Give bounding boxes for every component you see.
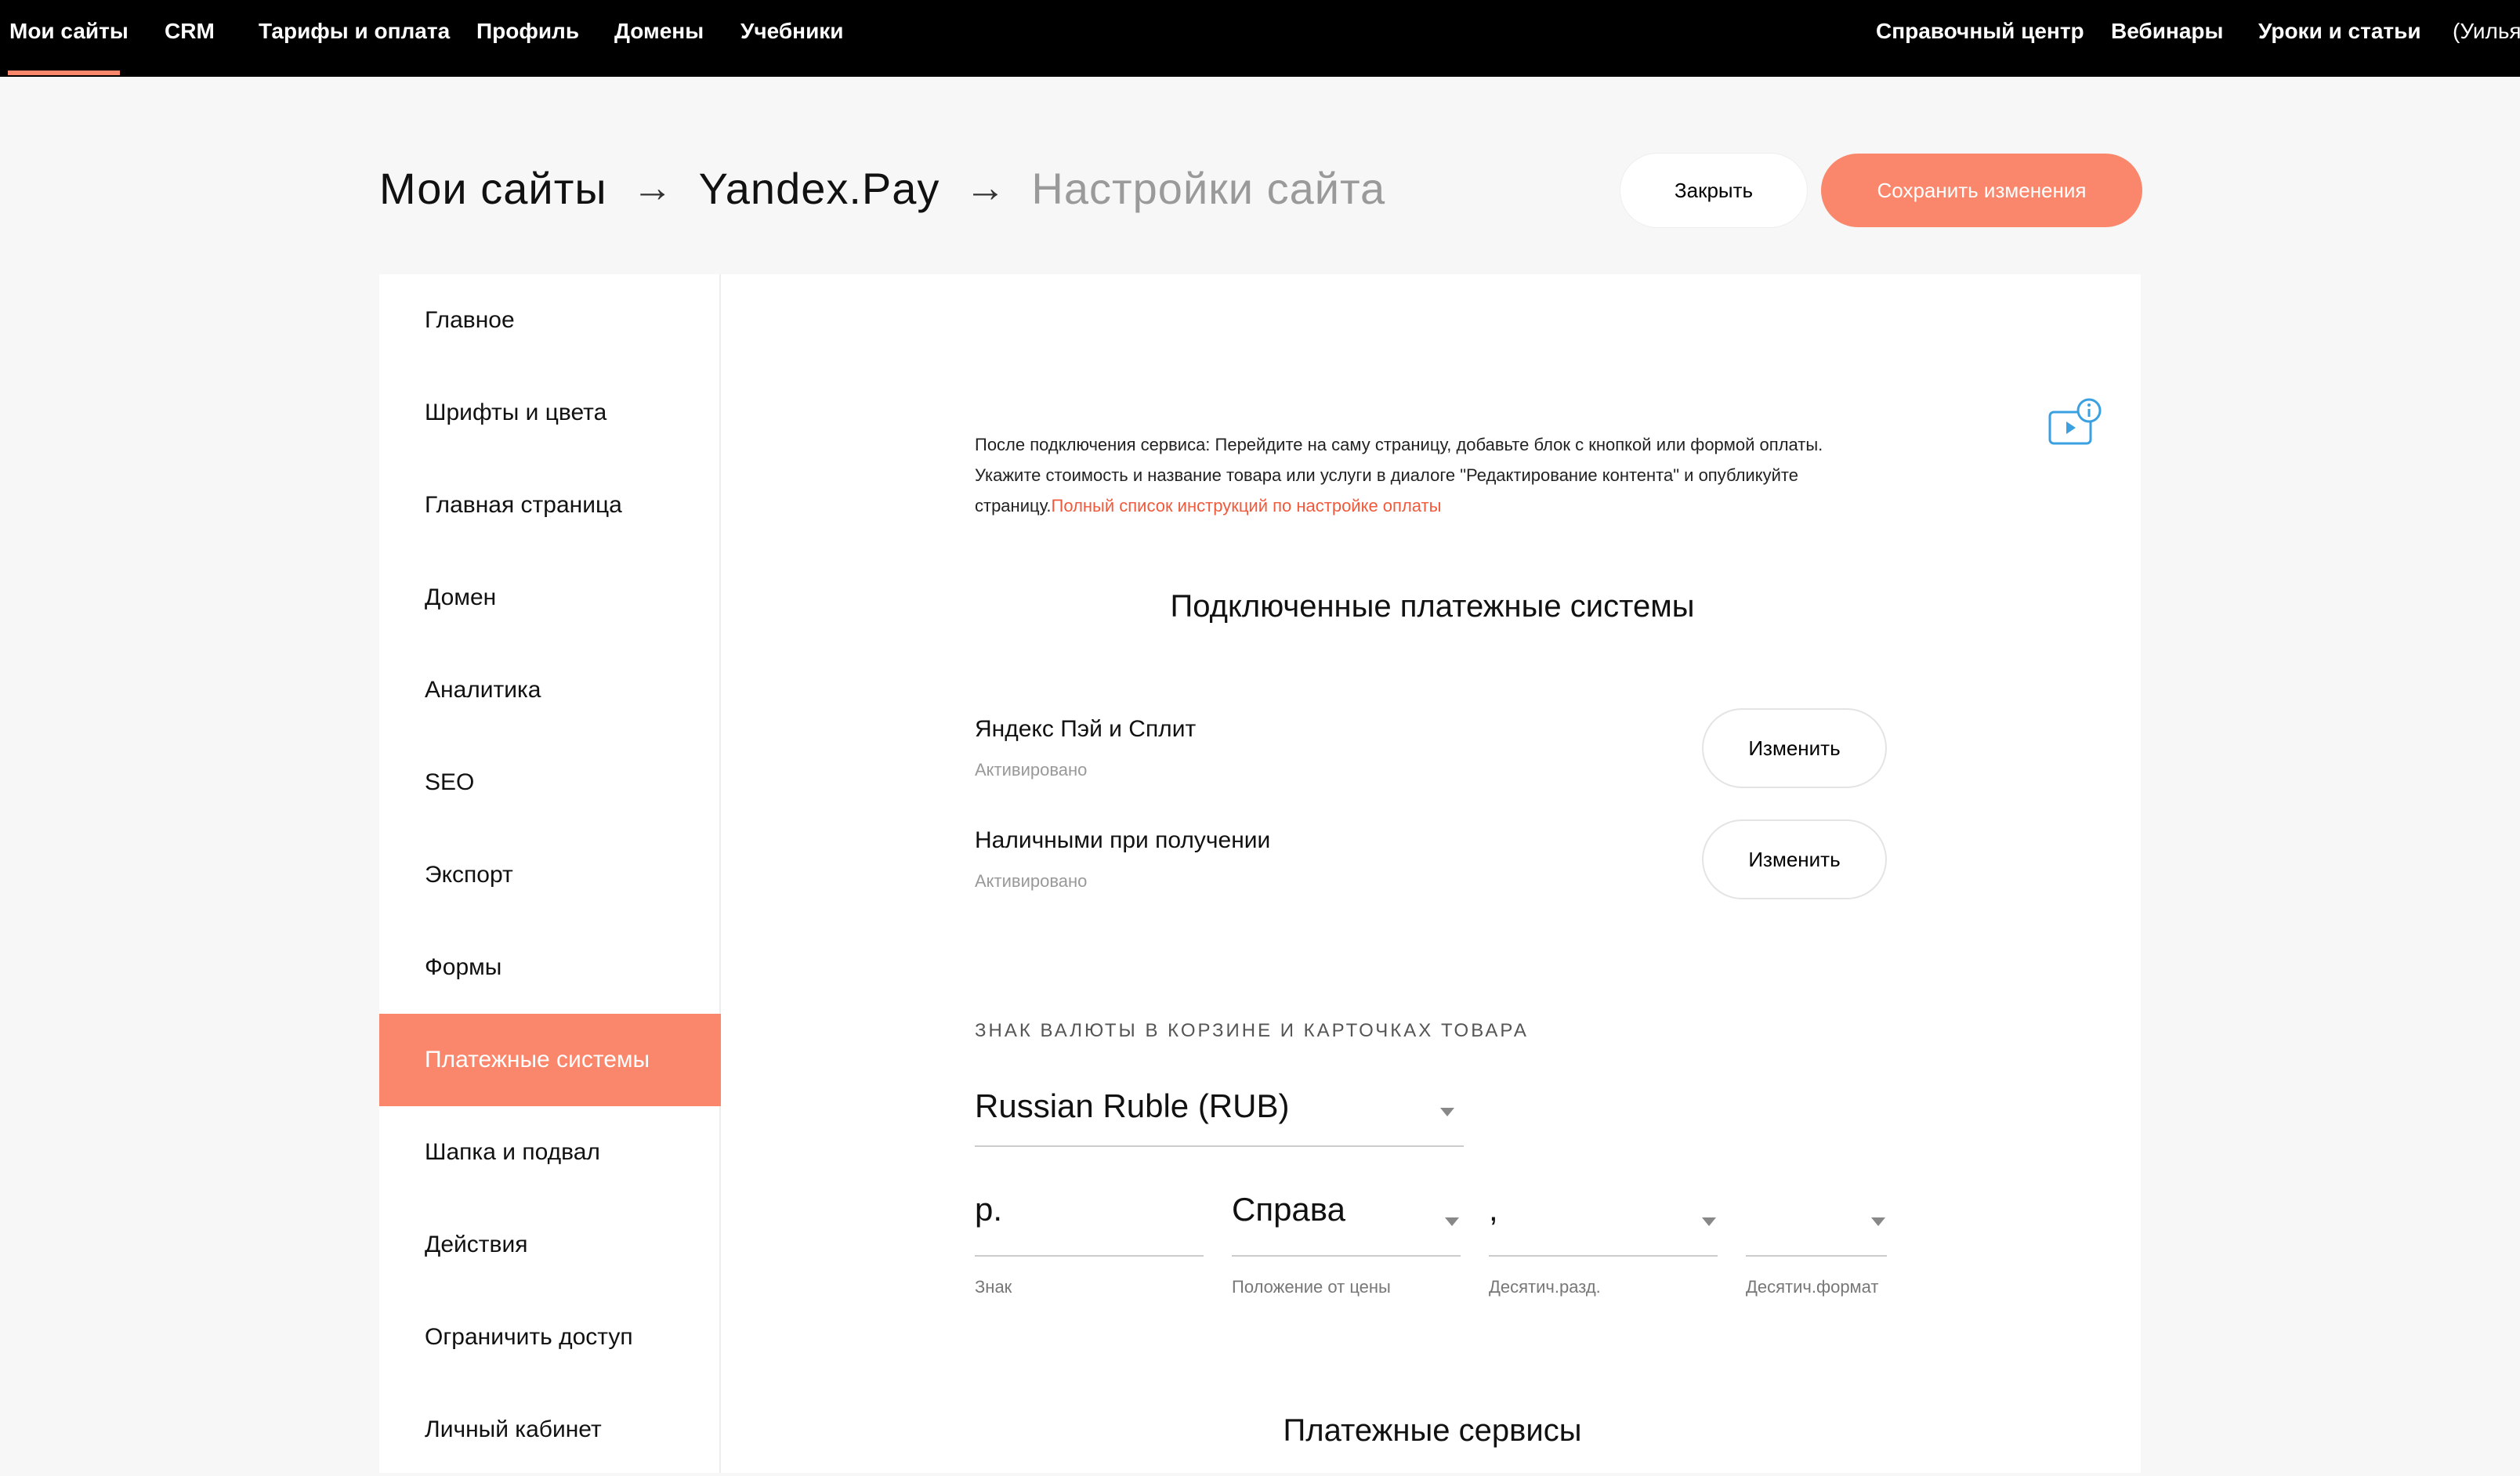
currency-select[interactable]: Russian Ruble (RUB) (975, 1081, 1464, 1147)
currency-sign-label: ЗНАК ВАЛЮТЫ В КОРЗИНЕ И КАРТОЧКАХ ТОВАРА (975, 1020, 1529, 1041)
nav-my-sites[interactable]: Мои сайты (9, 19, 129, 44)
chevron-down-icon (1440, 1108, 1454, 1116)
connected-systems-title: Подключенные платежные системы (1170, 589, 1695, 624)
payment-system-status: Активировано (975, 871, 1088, 891)
save-changes-button[interactable]: Сохранить изменения (1821, 154, 2142, 227)
payment-info-text: После подключения сервиса: Перейдите на … (975, 429, 1837, 521)
nav-domains[interactable]: Домены (614, 19, 704, 44)
nav-crm[interactable]: CRM (165, 19, 215, 44)
breadcrumb-arrow-icon: → (632, 165, 674, 211)
sidebar-item-export[interactable]: Экспорт (379, 829, 721, 921)
nav-webinars[interactable]: Вебинары (2111, 19, 2223, 44)
chevron-down-icon (1702, 1217, 1716, 1226)
sidebar-item-home-page[interactable]: Главная страница (379, 459, 721, 552)
decimal-format-select[interactable] (1746, 1191, 1887, 1257)
sidebar-item-personal-account[interactable]: Личный кабинет (379, 1384, 721, 1476)
breadcrumb-current: Настройки сайта (1031, 163, 1386, 213)
change-yandex-pay-button[interactable]: Изменить (1702, 708, 1887, 788)
nav-help-center[interactable]: Справочный центр (1876, 19, 2084, 44)
change-cash-button[interactable]: Изменить (1702, 819, 1887, 899)
payment-services-title: Платежные сервисы (1283, 1413, 1582, 1448)
nav-tariffs[interactable]: Тарифы и оплата (259, 19, 450, 44)
currency-sign-value: р. (975, 1191, 1003, 1228)
close-button[interactable]: Закрыть (1620, 154, 1807, 227)
video-help-icon[interactable] (2047, 396, 2102, 448)
sidebar-item-actions[interactable]: Действия (379, 1199, 721, 1291)
sidebar-item-restrict-access[interactable]: Ограничить доступ (379, 1291, 721, 1384)
currency-select-value: Russian Ruble (RUB) (975, 1087, 1290, 1124)
breadcrumb-site[interactable]: Yandex.Pay (699, 163, 940, 214)
currency-position-value: Справа (1232, 1191, 1345, 1228)
nav-user[interactable]: (Уильям (2453, 19, 2520, 44)
payment-system-name: Наличными при получении (975, 827, 1271, 853)
chevron-down-icon (1871, 1217, 1885, 1226)
sidebar-item-header-footer[interactable]: Шапка и подвал (379, 1106, 721, 1199)
sidebar-item-main[interactable]: Главное (379, 274, 721, 367)
sidebar-item-forms[interactable]: Формы (379, 921, 721, 1014)
breadcrumb-arrow-icon: → (965, 165, 1007, 211)
sidebar-item-payment-systems[interactable]: Платежные системы (379, 1014, 721, 1106)
decimal-separator-value: , (1489, 1191, 1498, 1228)
currency-position-select[interactable]: Справа (1232, 1191, 1461, 1257)
decimal-separator-label: Десятич.разд. (1489, 1277, 1601, 1297)
nav-profile[interactable]: Профиль (476, 19, 579, 44)
settings-sidebar: Главное Шрифты и цвета Главная страница … (379, 274, 721, 1473)
decimal-format-label: Десятич.формат (1746, 1277, 1879, 1297)
sidebar-item-domain[interactable]: Домен (379, 552, 721, 644)
payment-system-status: Активировано (975, 760, 1088, 780)
currency-sign-field-label: Знак (975, 1277, 1012, 1297)
top-navigation: Мои сайты CRM Тарифы и оплата Профиль До… (0, 0, 2520, 77)
nav-lessons[interactable]: Уроки и статьи (2258, 19, 2421, 44)
decimal-separator-select[interactable]: , (1489, 1191, 1718, 1257)
chevron-down-icon (1445, 1217, 1459, 1226)
sidebar-item-seo[interactable]: SEO (379, 736, 721, 829)
sidebar-item-analytics[interactable]: Аналитика (379, 644, 721, 736)
breadcrumb: Мои сайты → Yandex.Pay → Настройки сайта (379, 161, 1385, 215)
instructions-link[interactable]: Полный список инструкций по настройке оп… (1052, 496, 1442, 516)
currency-position-label: Положение от цены (1232, 1277, 1391, 1297)
payment-system-name: Яндекс Пэй и Сплит (975, 716, 1197, 742)
nav-active-indicator (8, 71, 120, 75)
breadcrumb-my-sites[interactable]: Мои сайты (379, 163, 607, 214)
sidebar-item-fonts-colors[interactable]: Шрифты и цвета (379, 367, 721, 459)
currency-sign-field[interactable]: р. (975, 1191, 1204, 1257)
nav-tutorials[interactable]: Учебники (740, 19, 844, 44)
